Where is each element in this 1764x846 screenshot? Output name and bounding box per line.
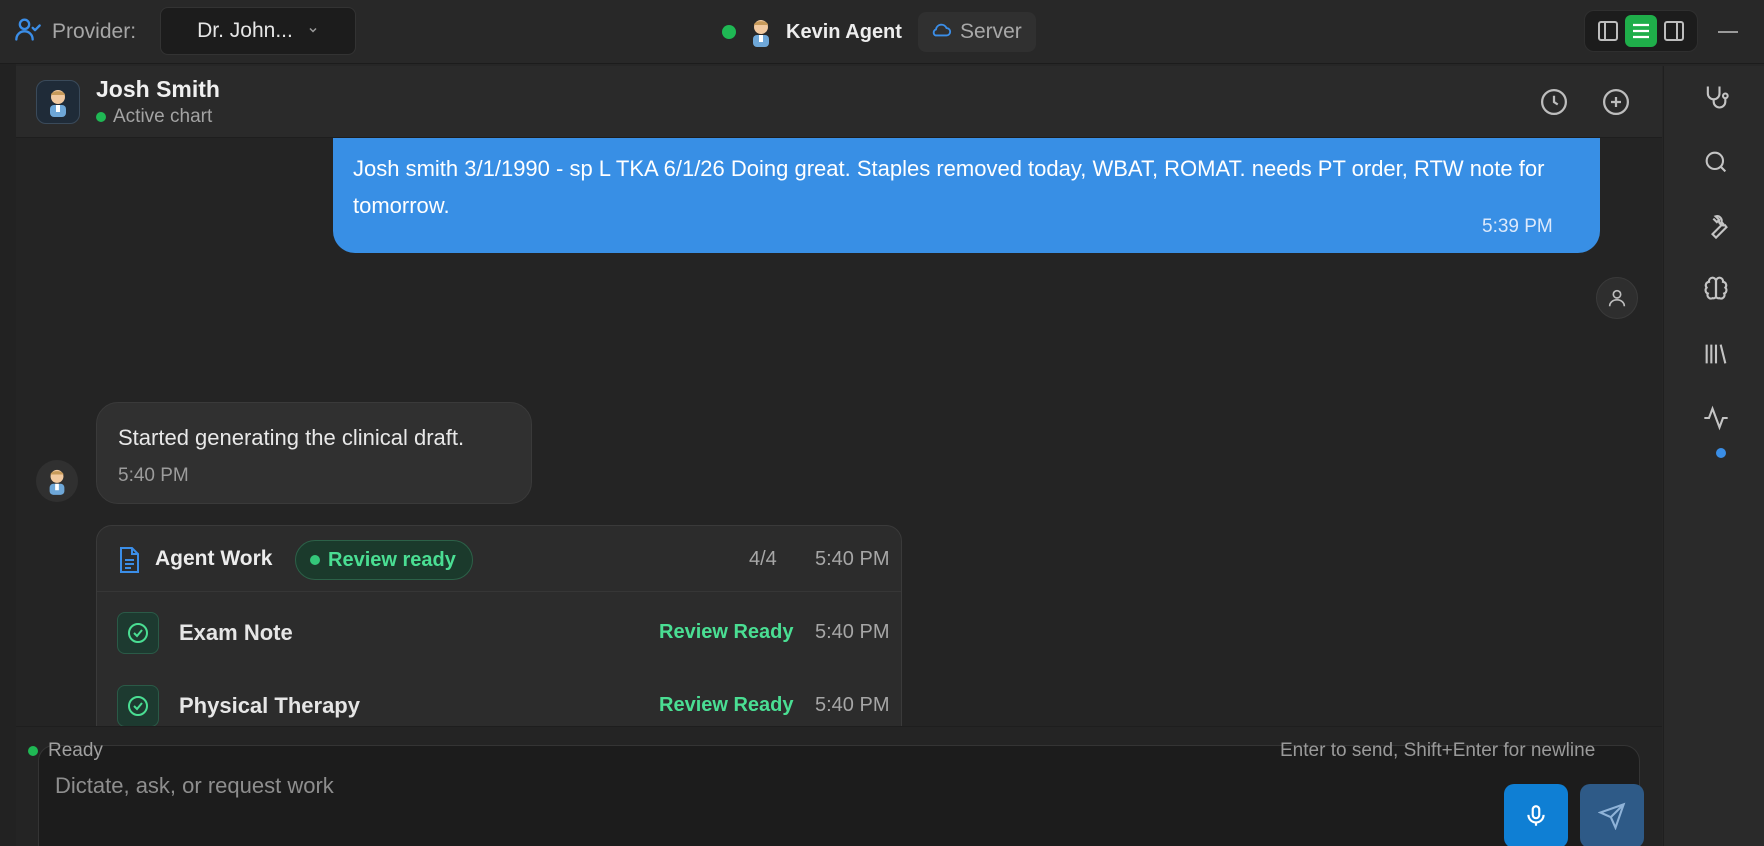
active-status-dot [96,112,106,122]
work-item-time: 5:40 PM [815,621,890,643]
left-panel-toggle[interactable] [1592,15,1624,47]
work-item-label: Exam Note [179,620,293,645]
right-panel-toggle[interactable] [1658,15,1690,47]
provider-label-group: Provider: [14,18,136,46]
clock-icon [1541,89,1567,115]
left-edge-panel [0,64,16,846]
work-item-status: Review Ready [659,694,794,716]
minimize-button[interactable] [1716,18,1740,46]
wrench-icon [1711,215,1728,240]
ready-dot [28,746,38,756]
memory-button[interactable] [1701,275,1731,305]
chevron-down-icon [307,23,319,39]
new-chat-button[interactable] [1600,86,1632,118]
agent-work-header[interactable]: Agent Work Review ready 4/4 5:40 PM [97,526,901,592]
user-message-text: Josh smith 3/1/1990 - sp L TKA 6/1/26 Do… [353,156,1545,218]
check-circle-icon [117,612,159,654]
document-icon [117,546,141,574]
agent-message-bubble: Started generating the clinical draft. 5… [96,402,532,504]
user-avatar [1596,277,1638,319]
review-badge-label: Review ready [328,548,456,571]
layout-toggle-group [1584,10,1698,52]
activity-notification-badge [1716,448,1726,458]
menu-icon [1632,23,1649,39]
minimize-icon [1718,31,1738,33]
library-icon [1705,344,1727,364]
message-input[interactable] [55,768,1355,804]
review-ready-badge: Review ready [295,540,473,580]
agent-message-time: 5:40 PM [118,465,189,486]
agent-indicator: Kevin Agent Server [722,12,1036,52]
patient-status: Active chart [96,106,212,128]
message-list[interactable]: Josh smith 3/1/1990 - sp L TKA 6/1/26 Do… [16,138,1662,726]
agent-work-title: Agent Work [155,547,273,570]
stethoscope-icon [1706,86,1729,109]
stethoscope-button[interactable] [1701,82,1731,112]
history-button[interactable] [1538,86,1570,118]
activity-icon [1704,405,1728,431]
patient-name: Josh Smith [96,76,220,102]
search-icon [1705,151,1727,173]
send-icon [1598,802,1626,830]
provider-value: Dr. John... [197,19,293,42]
agent-avatar [748,17,774,47]
work-item-row[interactable]: Exam Note Review Ready 5:40 PM [97,598,901,668]
agent-message-text: Started generating the clinical draft. [118,425,465,450]
patient-status-label: Active chart [113,106,213,127]
dictate-button[interactable] [1504,784,1568,846]
provider-dropdown[interactable]: Dr. John... [160,7,356,55]
ready-status: Ready [28,740,103,762]
agent-work-count: 4/4 [749,548,777,570]
user-icon [1608,289,1626,307]
work-item-status: Review Ready [659,621,794,643]
top-bar: Provider: Dr. John... Kevin Agent Server [0,0,1764,64]
patient-header: Josh Smith Active chart [16,66,1662,138]
right-tool-rail [1663,66,1764,846]
tools-button[interactable] [1701,211,1731,241]
send-button[interactable] [1580,784,1644,846]
server-label: Server [959,20,1022,43]
brain-icon [1704,276,1728,300]
chat-panel: Josh Smith Active chart Josh smith 3/1/1… [16,66,1662,846]
plus-circle-icon [1603,89,1629,115]
agent-work-card: Agent Work Review ready 4/4 5:40 PM Exam… [96,525,902,726]
sidebar-right-icon [1664,21,1685,41]
provider-label: Provider: [52,20,137,43]
microphone-icon [1527,805,1545,826]
agent-message-avatar [36,460,78,502]
search-button[interactable] [1701,147,1731,177]
activity-button[interactable] [1701,403,1731,433]
server-button[interactable]: Server [917,12,1036,52]
keyboard-hint: Enter to send, Shift+Enter for newline [1280,740,1596,761]
user-check-icon [14,15,42,49]
work-item-row[interactable]: Physical Therapy Review Ready 5:40 PM [97,671,901,726]
ready-label: Ready [48,740,103,761]
library-button[interactable] [1701,339,1731,369]
review-dot [310,555,320,565]
user-message-time: 5:39 PM [1482,216,1553,237]
work-item-time: 5:40 PM [815,694,890,716]
agent-work-time: 5:40 PM [815,548,890,570]
cloud-icon [930,20,952,44]
work-item-label: Physical Therapy [179,693,360,718]
center-panel-toggle[interactable] [1624,15,1657,47]
patient-avatar [36,80,80,124]
sidebar-left-icon [1597,21,1618,41]
online-status-dot [722,25,736,39]
agent-name: Kevin Agent [786,20,902,43]
check-circle-icon [117,685,159,726]
